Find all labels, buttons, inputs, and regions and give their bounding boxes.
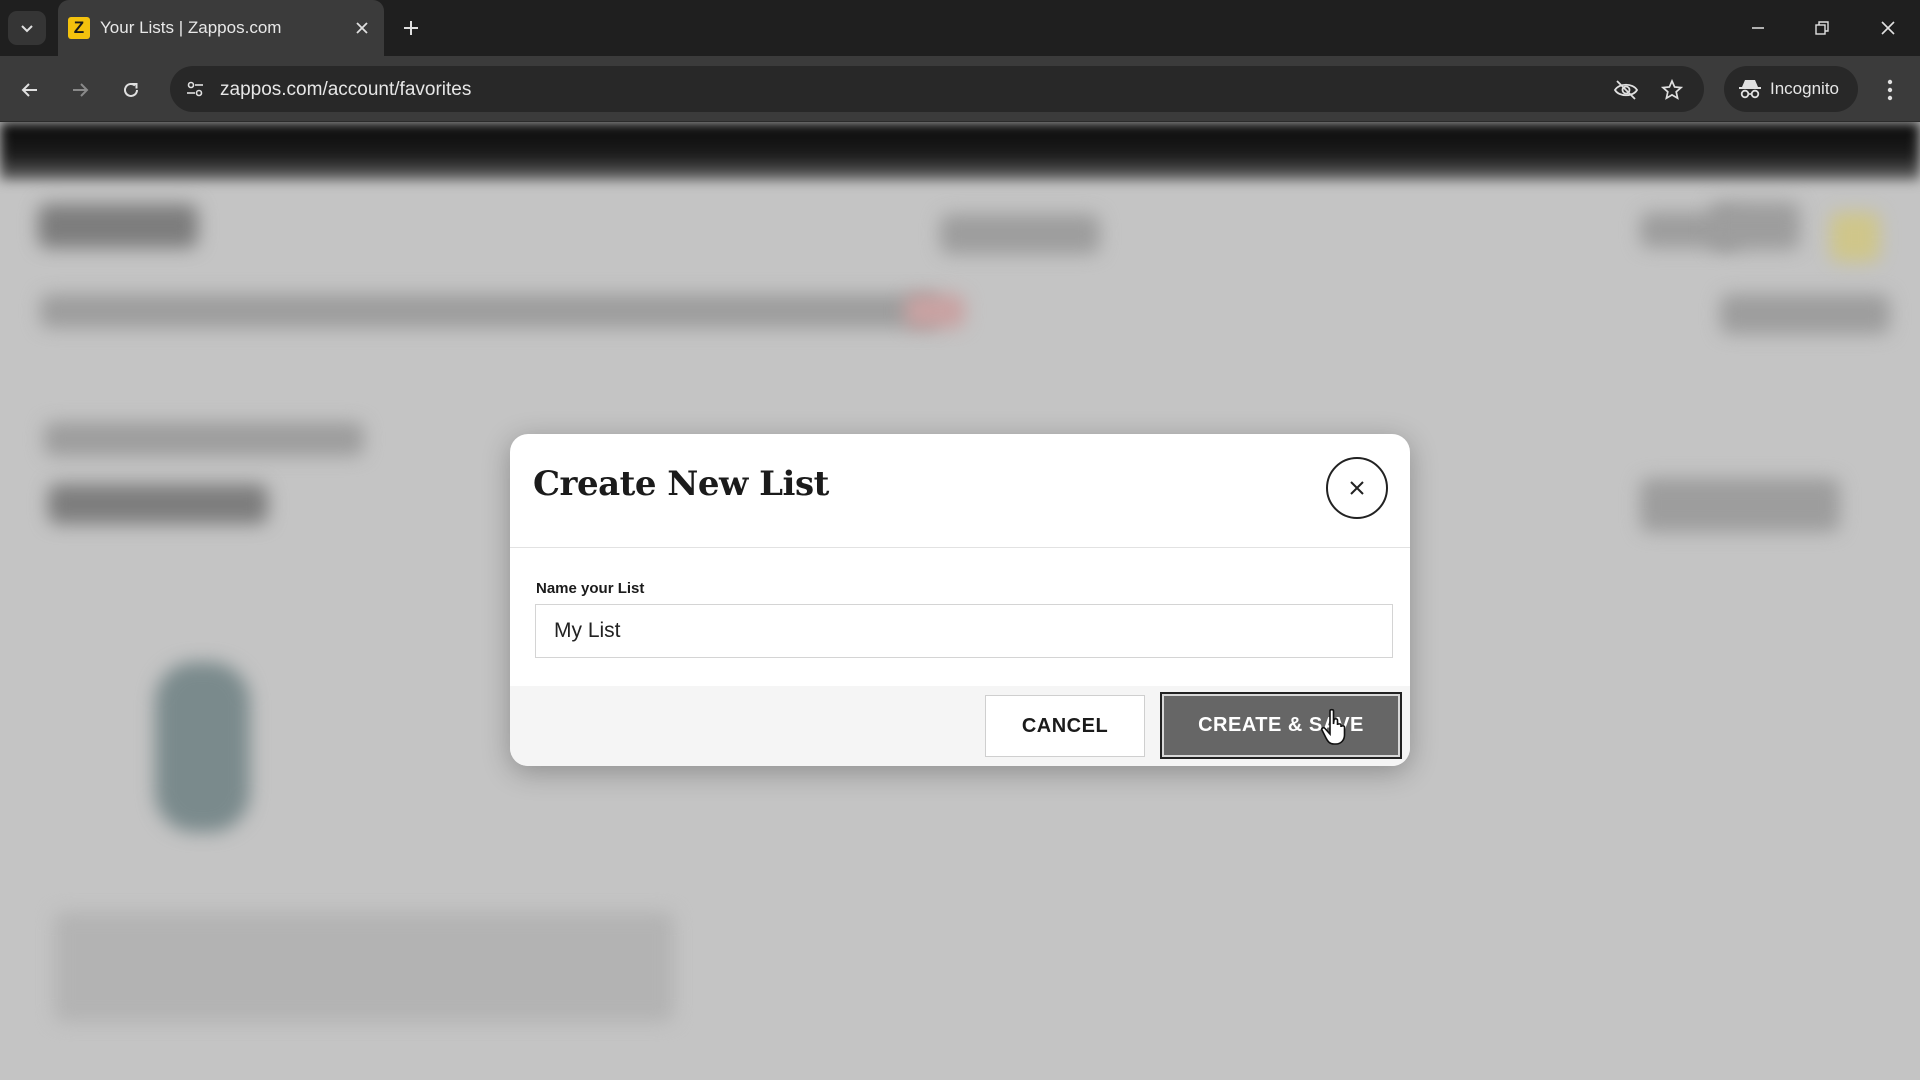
bookmark-button[interactable] — [1658, 76, 1686, 104]
nav-menu-blurred — [40, 294, 940, 328]
create-list-button-blurred — [1640, 478, 1840, 532]
search-blurred — [940, 214, 1100, 254]
logo-blurred — [38, 204, 198, 248]
address-bar[interactable]: zappos.com/account/favorites — [170, 66, 1704, 112]
minimize-button[interactable] — [1736, 8, 1780, 48]
tab-close-button[interactable] — [350, 16, 374, 40]
back-arrow-icon — [21, 83, 37, 97]
tab-strip: Z Your Lists | Zappos.com — [0, 0, 1920, 56]
cart-blurred — [1830, 212, 1880, 262]
dialog-footer: CANCEL CREATE & SAVE — [510, 686, 1410, 766]
reload-button[interactable] — [113, 72, 149, 108]
hand-pointer-cursor-icon — [1321, 708, 1346, 745]
incognito-label: Incognito — [1770, 79, 1839, 98]
dialog-title: Create New List — [533, 464, 829, 504]
heading-blurred — [48, 484, 268, 524]
close-icon — [356, 22, 368, 34]
sale-link-blurred — [905, 294, 965, 328]
list-card-blurred — [54, 912, 674, 1022]
dialog-header: Create New List — [510, 434, 1410, 548]
site-settings-button[interactable] — [182, 76, 208, 102]
tab-title: Your Lists | Zappos.com — [100, 18, 282, 37]
browser-toolbar: zappos.com/account/favorites Incognito — [0, 56, 1920, 122]
cancel-button[interactable]: CANCEL — [985, 695, 1145, 757]
account-blurred — [1710, 202, 1800, 250]
back-button[interactable] — [12, 72, 48, 108]
restore-button[interactable] — [1800, 8, 1844, 48]
tab-search-button[interactable] — [8, 11, 46, 45]
restore-icon — [1815, 21, 1829, 35]
promo-banner-blurred — [0, 122, 1920, 180]
kebab-menu-icon — [1887, 79, 1893, 101]
window-close-icon — [1881, 21, 1895, 35]
tracking-protection-button[interactable] — [1612, 76, 1640, 104]
minimize-icon — [1752, 27, 1764, 29]
list-name-input[interactable] — [535, 604, 1393, 658]
incognito-indicator[interactable]: Incognito — [1724, 66, 1858, 112]
zappos-favicon-icon: Z — [68, 17, 90, 39]
plus-icon — [404, 21, 418, 35]
eye-slash-icon — [1613, 80, 1639, 100]
nav-right-blurred — [1720, 294, 1890, 334]
forward-button[interactable] — [62, 72, 98, 108]
forward-arrow-icon — [73, 83, 89, 97]
window-close-button[interactable] — [1866, 8, 1910, 48]
reload-icon — [124, 82, 138, 97]
new-tab-button[interactable] — [396, 13, 426, 43]
create-and-save-button[interactable]: CREATE & SAVE — [1160, 692, 1402, 759]
list-name-label: Name your List — [536, 580, 645, 597]
breadcrumb-blurred — [44, 422, 364, 456]
tab-active[interactable]: Z Your Lists | Zappos.com — [58, 0, 384, 56]
site-settings-icon — [187, 81, 203, 97]
url-text[interactable]: zappos.com/account/favorites — [220, 79, 471, 101]
star-icon — [1661, 79, 1683, 100]
tab-search-icon — [21, 25, 33, 33]
incognito-icon — [1739, 80, 1761, 99]
dialog-close-button[interactable] — [1326, 457, 1388, 519]
browser-menu-button[interactable] — [1872, 72, 1908, 108]
create-list-dialog: Create New List Name your List CANCEL CR… — [510, 434, 1410, 766]
close-icon — [1350, 481, 1364, 495]
product-image-blurred — [155, 662, 250, 832]
